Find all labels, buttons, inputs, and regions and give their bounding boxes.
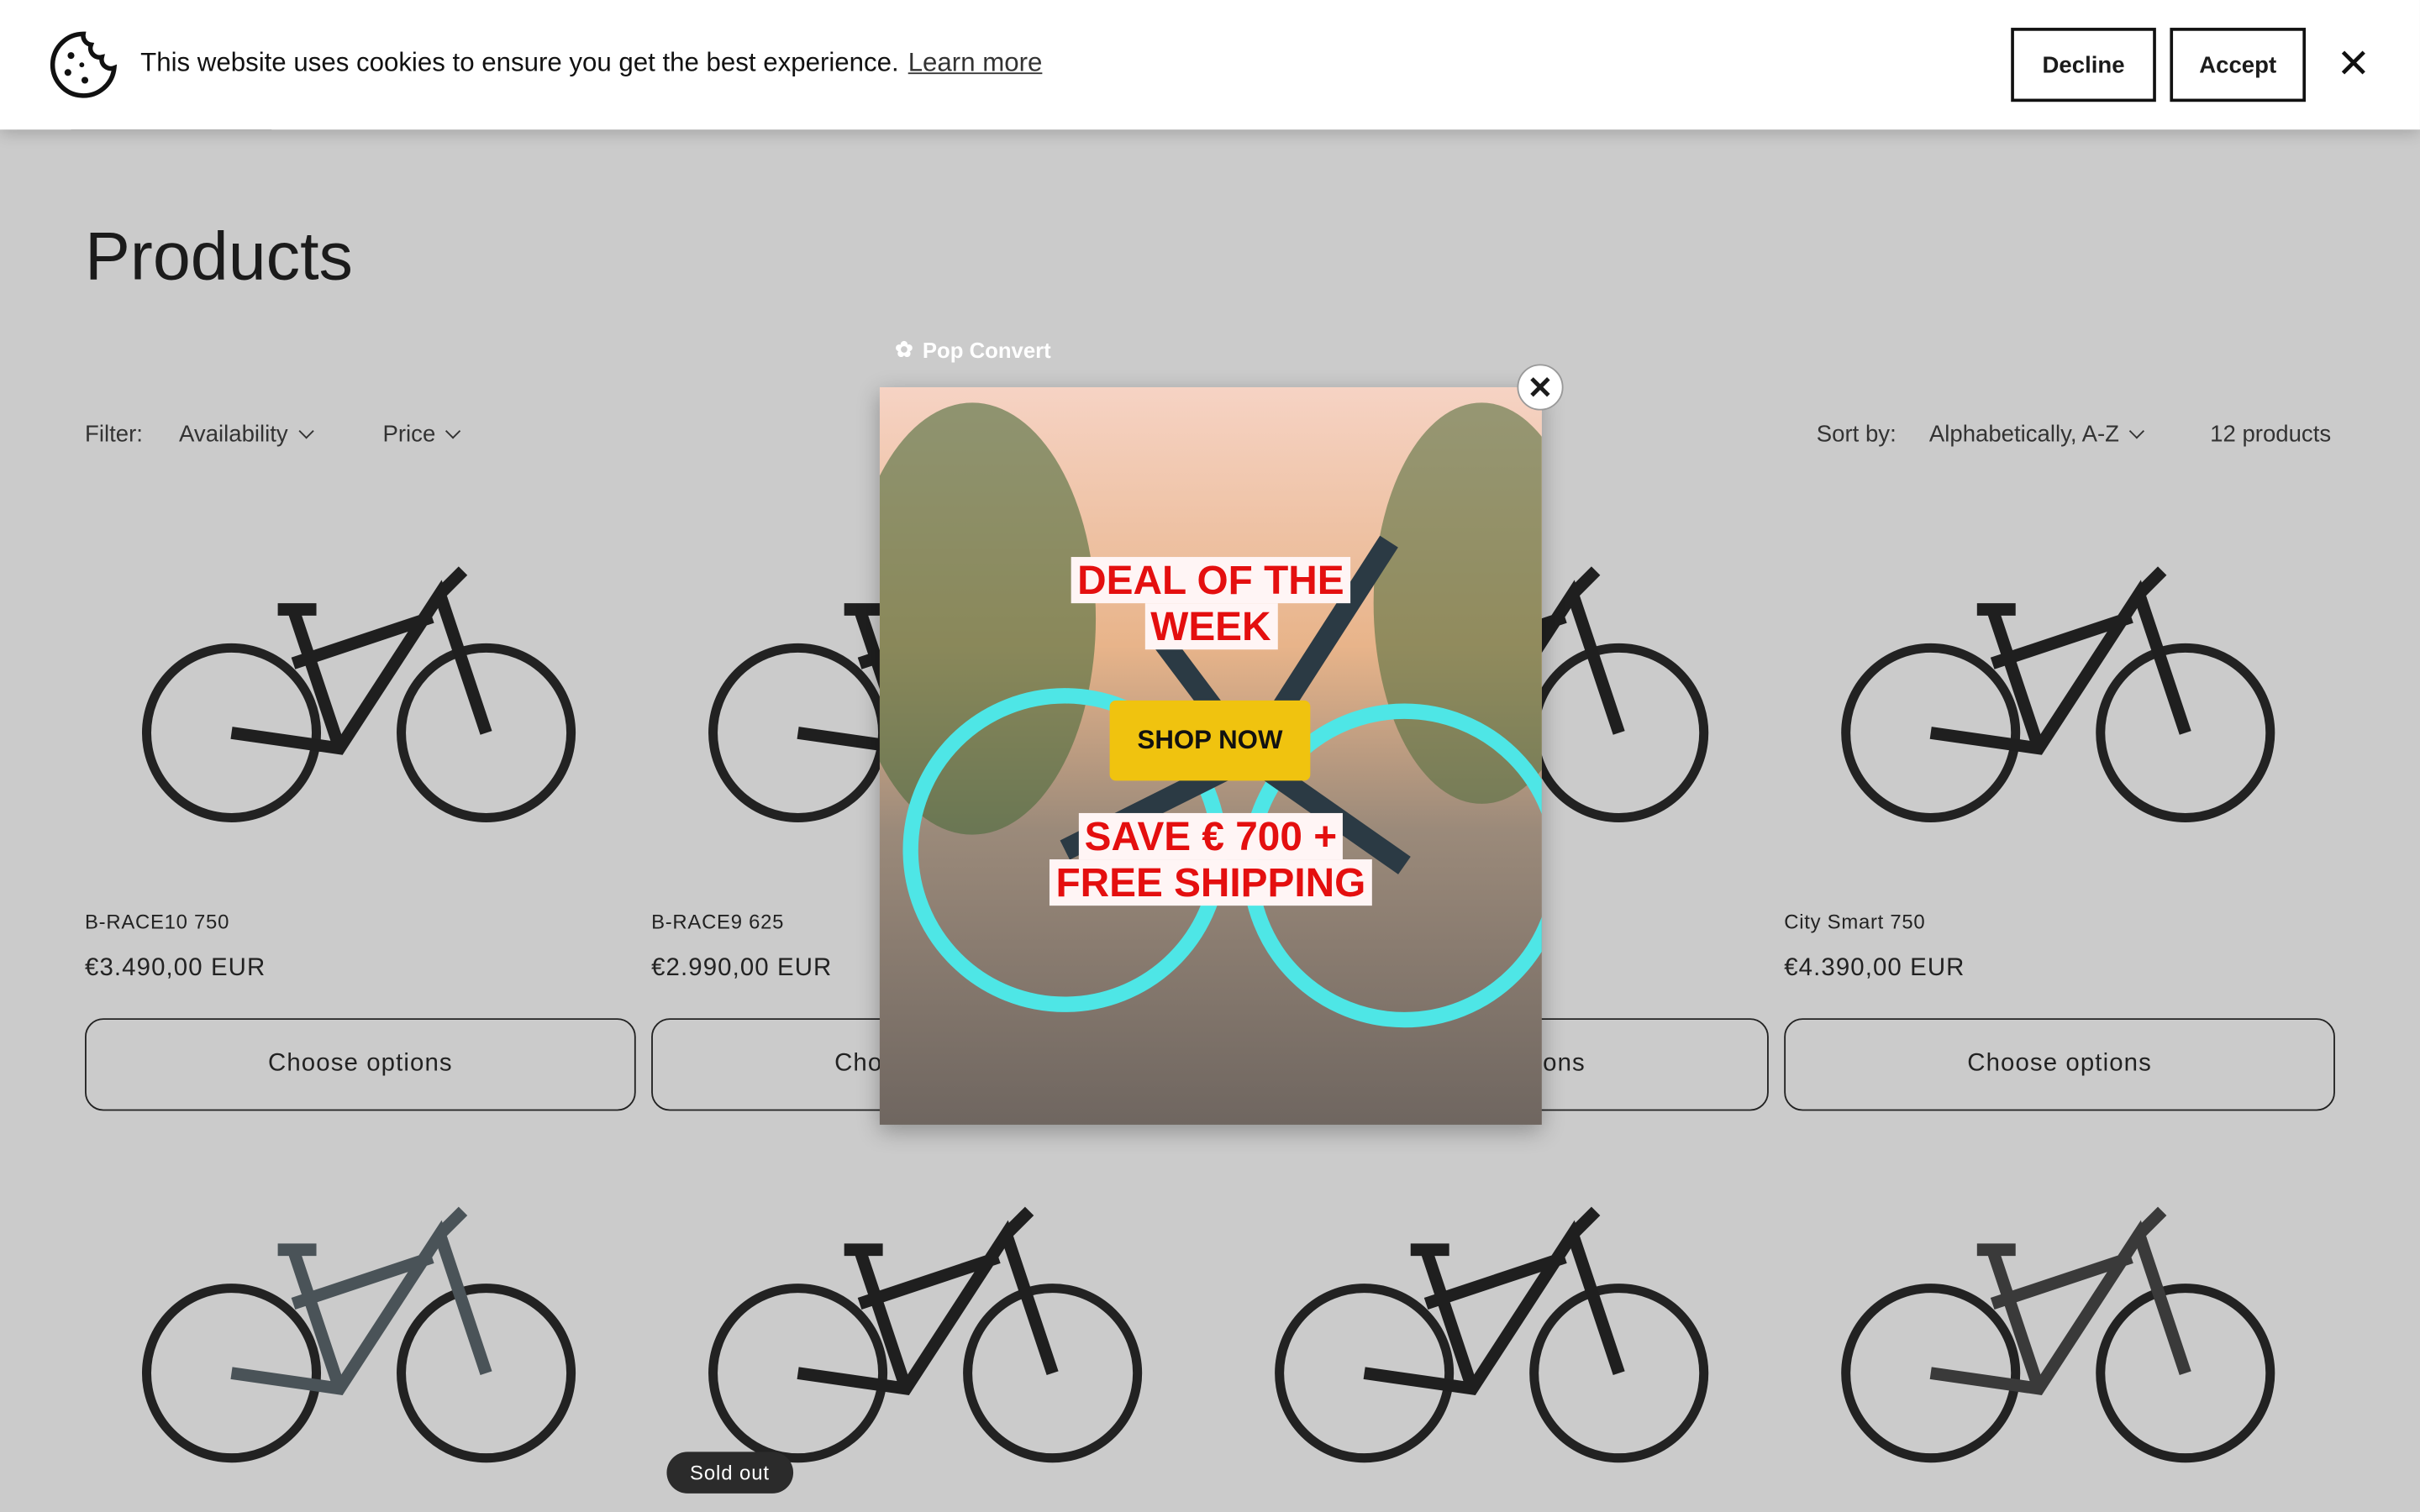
product-price: €4.390,00 EUR: [1784, 954, 1965, 982]
product-price: €3.490,00 EUR: [85, 954, 266, 982]
chevron-down-icon: [2129, 423, 2145, 439]
availability-label: Availability: [179, 421, 288, 448]
bike-photo-icon: [1841, 1206, 2275, 1463]
cookie-icon: [50, 31, 118, 98]
cookie-banner: This website uses cookies to ensure you …: [0, 0, 2420, 130]
price-label: Price: [382, 421, 436, 448]
product-image[interactable]: [1256, 1173, 1719, 1489]
availability-filter[interactable]: Availability: [179, 421, 313, 448]
popup-close-button[interactable]: ✕: [1517, 364, 1564, 411]
headline-line-1: DEAL OF THE: [1071, 557, 1350, 604]
product-price: €2.990,00 EUR: [651, 954, 833, 982]
accept-button[interactable]: Accept: [2170, 28, 2307, 102]
product-image[interactable]: [124, 533, 587, 849]
sold-out-badge: Sold out: [666, 1452, 793, 1494]
decline-button[interactable]: Decline: [2011, 28, 2156, 102]
product-image[interactable]: [690, 1173, 1153, 1489]
sort-label: Sort by:: [1816, 421, 1897, 448]
price-filter[interactable]: Price: [382, 421, 461, 448]
headline-line-2: WEEK: [1144, 603, 1277, 650]
product-name[interactable]: B-RACE10 750: [85, 911, 229, 934]
shop-now-button[interactable]: SHOP NOW: [1109, 700, 1311, 781]
popconvert-brand: ✿ Pop Convert: [895, 336, 1050, 362]
close-icon: ✕: [1527, 370, 1554, 406]
cookie-text: This website uses cookies to ensure you …: [140, 47, 899, 77]
bike-photo-icon: [141, 1206, 576, 1463]
product-count: 12 products: [2210, 421, 2332, 448]
product-image[interactable]: [124, 1173, 587, 1489]
chevron-down-icon: [297, 423, 313, 439]
cookie-message: This website uses cookies to ensure you …: [140, 48, 1042, 79]
popconvert-logo-icon: ✿: [895, 336, 913, 361]
learn-more-link[interactable]: Learn more: [908, 48, 1043, 77]
offer-line-2: FREE SHIPPING: [1050, 859, 1372, 906]
choose-options-button[interactable]: Choose options: [1784, 1018, 2335, 1111]
promo-popup: DEAL OF THE WEEK SHOP NOW SAVE € 700 + F…: [879, 387, 1542, 1125]
choose-options-button[interactable]: Choose options: [85, 1018, 636, 1111]
sort-value: Alphabetically, A-Z: [1928, 421, 2120, 448]
page: This website uses cookies to ensure you …: [0, 0, 2420, 1512]
brand-text: Pop Convert: [922, 337, 1051, 362]
bike-photo-icon: [1841, 566, 2275, 822]
bike-photo-icon: [708, 1206, 1143, 1463]
bike-photo-icon: [1275, 1206, 1709, 1463]
chevron-down-icon: [445, 423, 461, 439]
offer-line-1: SAVE € 700 +: [1078, 812, 1344, 860]
page-title: Products: [85, 218, 353, 295]
product-name[interactable]: City Smart 750: [1784, 911, 1925, 934]
filter-label: Filter:: [85, 421, 143, 448]
sort-select[interactable]: Alphabetically, A-Z: [1928, 421, 2145, 448]
bike-photo-icon: [141, 566, 576, 822]
product-name[interactable]: B-RACE9 625: [651, 911, 784, 934]
close-icon[interactable]: ✕: [2337, 40, 2370, 88]
product-image[interactable]: [1823, 1173, 2286, 1489]
product-image[interactable]: [1823, 533, 2286, 849]
